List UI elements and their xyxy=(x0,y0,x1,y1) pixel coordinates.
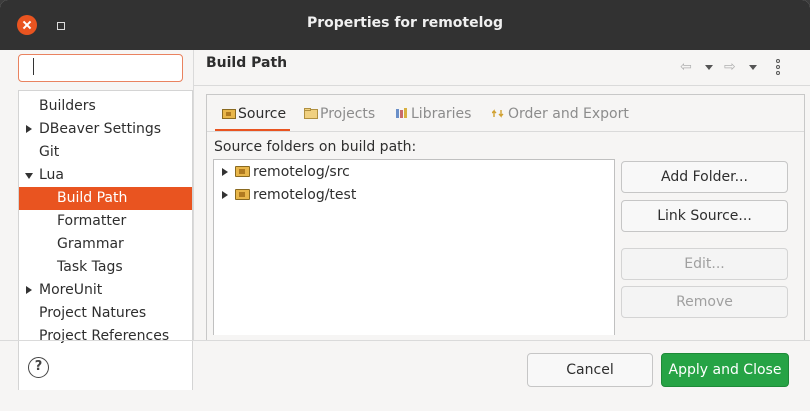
source-folder-icon xyxy=(222,109,236,119)
add-folder-button[interactable]: Add Folder... xyxy=(621,161,788,193)
build-path-tab-folder: Source Projects Libraries Order and Expo… xyxy=(206,94,805,340)
folder-label: remotelog/src xyxy=(253,164,350,180)
cancel-button[interactable]: Cancel xyxy=(527,353,653,387)
edit-button[interactable]: Edit... xyxy=(621,248,788,280)
tree-item-label: Project Natures xyxy=(39,305,147,321)
footer-divider xyxy=(0,340,810,341)
forward-arrow-icon[interactable]: ⇨ xyxy=(724,58,736,76)
property-tree: Builders DBeaver Settings Git Lua Build … xyxy=(18,90,193,390)
remove-button[interactable]: Remove xyxy=(621,286,788,318)
tab-libraries[interactable]: Libraries xyxy=(395,104,471,128)
folder-label: remotelog/test xyxy=(253,187,357,203)
tab-label: Order and Export xyxy=(508,106,629,122)
window-title: Properties for remotelog xyxy=(306,15,504,31)
tree-item-task-tags[interactable]: Task Tags xyxy=(19,256,192,279)
list-item[interactable]: remotelog/src xyxy=(214,161,614,183)
back-arrow-icon[interactable]: ⇦ xyxy=(680,58,692,76)
tree-item-label: MoreUnit xyxy=(39,282,103,298)
tree-item-grammar[interactable]: Grammar xyxy=(19,233,192,256)
properties-dialog: Properties for remotelog Builders DBeave… xyxy=(0,0,810,411)
tree-item-label: Grammar xyxy=(57,236,124,252)
tree-item-label: Project References xyxy=(39,328,170,344)
page-title: Build Path xyxy=(206,55,288,71)
tab-source[interactable]: Source xyxy=(222,104,286,128)
tab-label: Source xyxy=(238,106,287,122)
tree-item-project-natures[interactable]: Project Natures xyxy=(19,302,192,325)
collapse-arrow-icon[interactable] xyxy=(25,173,33,179)
tree-item-label: DBeaver Settings xyxy=(39,121,162,137)
tree-item-git[interactable]: Git xyxy=(19,141,192,164)
page-navigation: ⇦ ⇨ xyxy=(678,58,798,76)
tab-divider xyxy=(207,131,804,132)
expand-arrow-icon[interactable] xyxy=(26,125,32,133)
tree-item-builders[interactable]: Builders xyxy=(19,95,192,118)
tab-projects[interactable]: Projects xyxy=(304,104,375,128)
forward-menu-chevron-icon[interactable] xyxy=(749,65,757,70)
tree-item-label: Builders xyxy=(39,98,96,114)
tab-label: Libraries xyxy=(411,106,472,122)
list-item[interactable]: remotelog/test xyxy=(214,184,614,206)
libraries-icon xyxy=(396,108,407,118)
tree-item-label: Git xyxy=(39,144,60,160)
tree-item-label: Build Path xyxy=(57,190,128,206)
package-folder-icon xyxy=(235,189,250,200)
tree-item-moreunit[interactable]: MoreUnit xyxy=(19,279,192,302)
package-folder-icon xyxy=(235,166,250,177)
left-pane: Builders DBeaver Settings Git Lua Build … xyxy=(10,50,193,390)
title-bar: Properties for remotelog xyxy=(0,0,810,50)
link-source-button[interactable]: Link Source... xyxy=(621,200,788,232)
tree-item-build-path[interactable]: Build Path xyxy=(19,187,192,210)
text-cursor xyxy=(33,58,34,75)
filter-input[interactable] xyxy=(18,54,183,82)
tab-label: Projects xyxy=(320,106,376,122)
tree-item-dbeaver-settings[interactable]: DBeaver Settings xyxy=(19,118,192,141)
header-divider xyxy=(194,85,810,86)
tree-item-formatter[interactable]: Formatter xyxy=(19,210,192,233)
back-menu-chevron-icon[interactable] xyxy=(705,65,713,70)
order-export-icon xyxy=(492,109,504,118)
pane-divider[interactable] xyxy=(193,50,194,340)
source-folders-list: remotelog/src remotelog/test xyxy=(213,159,615,335)
tree-item-label: Formatter xyxy=(57,213,127,229)
tree-item-project-references[interactable]: Project References xyxy=(19,325,192,348)
tree-item-lua[interactable]: Lua xyxy=(19,164,192,187)
expand-arrow-icon[interactable] xyxy=(222,191,228,199)
source-folders-label: Source folders on build path: xyxy=(214,139,417,155)
view-menu-icon[interactable] xyxy=(776,59,780,75)
tree-item-label: Task Tags xyxy=(57,259,123,275)
tab-order-and-export[interactable]: Order and Export xyxy=(492,104,629,128)
projects-icon xyxy=(304,108,318,119)
apply-and-close-button[interactable]: Apply and Close xyxy=(661,353,789,387)
expand-arrow-icon[interactable] xyxy=(222,168,228,176)
help-icon[interactable]: ? xyxy=(28,357,49,378)
expand-arrow-icon[interactable] xyxy=(26,286,32,294)
tree-item-label: Lua xyxy=(39,167,65,183)
